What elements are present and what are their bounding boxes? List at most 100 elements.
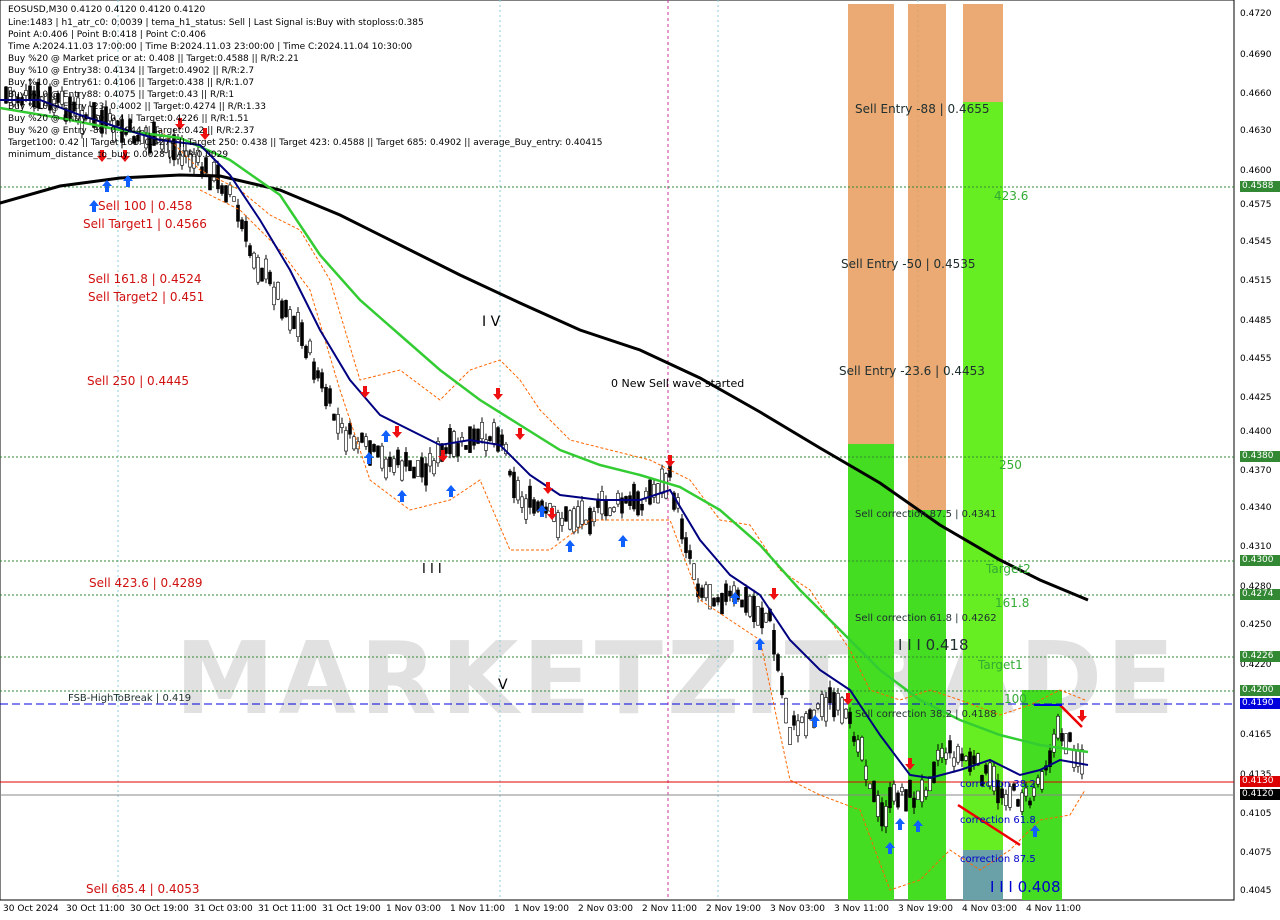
candle-body: [1040, 771, 1044, 790]
candle-body: [728, 590, 732, 597]
candle-body: [948, 740, 952, 754]
candle-body: [556, 512, 560, 538]
candle-body: [956, 746, 960, 763]
candle-body: [864, 765, 868, 780]
candle-body: [220, 185, 224, 194]
candle-body: [408, 460, 412, 472]
time-axis-label: 31 Oct 19:00: [322, 904, 381, 914]
candle-body: [860, 737, 864, 761]
candle-body: [404, 452, 408, 467]
buy-arrow-icon: [565, 540, 575, 552]
time-axis-label: 4 Nov 03:00: [962, 904, 1017, 914]
price-axis-label: 0.4340: [1240, 503, 1272, 513]
candle-body: [856, 739, 860, 753]
candle-body: [316, 370, 320, 379]
candle-body: [324, 386, 328, 407]
price-axis-label: 0.4250: [1240, 620, 1272, 630]
candle-body: [896, 792, 900, 808]
wave-label-iv: I V: [482, 314, 501, 330]
candle-body: [304, 345, 308, 359]
price-tag-4380: 0.4380: [1240, 451, 1280, 462]
candle-body: [840, 697, 844, 724]
candle-body: [636, 491, 640, 516]
price-axis-label: 0.4425: [1240, 393, 1272, 403]
candle-body: [700, 587, 704, 598]
candle-body: [868, 783, 872, 789]
candle-body: [616, 492, 620, 505]
time-axis-label: 31 Oct 03:00: [194, 904, 253, 914]
label-161: 161.8: [995, 596, 1030, 610]
info-line-11: Buy %20 @ Entry -88: 0.3944 || Target:0.…: [8, 126, 255, 136]
candle-body: [364, 436, 368, 447]
candle-body: [1072, 748, 1076, 768]
time-axis-label: 3 Nov 03:00: [770, 904, 825, 914]
label-423: 423.6: [994, 189, 1029, 203]
time-axis-label: 30 Oct 2024: [3, 904, 59, 914]
candle-body: [972, 755, 976, 765]
price-tag-4226: 0.4226: [1240, 651, 1280, 662]
label-100: 100: [1004, 692, 1027, 706]
candle-body: [780, 676, 784, 696]
candle-body: [576, 506, 580, 528]
candle-body: [252, 252, 256, 269]
candle-body: [232, 196, 236, 202]
label-sell-250: Sell 250 | 0.4445: [87, 374, 190, 388]
price-tag-4190: 0.4190: [1240, 698, 1280, 709]
price-axis-label: 0.4690: [1240, 50, 1272, 60]
candle-body: [612, 507, 616, 512]
candle-body: [908, 779, 912, 798]
chart-window[interactable]: MARKETZITRADE EOSUSD,M30 0.4120 0.4120 0…: [0, 0, 1280, 920]
time-axis-label: 3 Nov 11:00: [834, 904, 889, 914]
candle-body: [360, 432, 364, 443]
candle-body: [820, 694, 824, 717]
candle-body: [832, 692, 836, 718]
candle-body: [240, 219, 244, 230]
candle-body: [1080, 749, 1084, 775]
buy-arrow-icon: [618, 535, 628, 547]
label-sell-100: Sell 100 | 0.458: [98, 199, 193, 213]
candle-body: [828, 687, 832, 704]
candle-body: [572, 508, 576, 533]
info-line-9: Buy %10 @ Entry -23: 0.4002 || Target:0.…: [8, 102, 266, 112]
candle-body: [984, 764, 988, 774]
buy-arrow-icon: [895, 818, 905, 830]
wave-label-iii: I I I: [422, 562, 442, 577]
info-line-7: Buy %10 @ Entry61: 0.4106 || Target:0.43…: [8, 78, 255, 88]
time-axis-label: 1 Nov 19:00: [514, 904, 569, 914]
candle-body: [880, 802, 884, 827]
candle-body: [688, 550, 692, 559]
candle-body: [816, 703, 820, 709]
candle-body: [964, 755, 968, 761]
candle-body: [900, 787, 904, 792]
price-axis-label: 0.4370: [1240, 466, 1272, 476]
sell-arrow-icon: [493, 388, 503, 400]
candle-body: [428, 453, 432, 467]
candle-body: [248, 245, 252, 257]
candle-body: [772, 629, 776, 655]
candle-body: [332, 413, 336, 421]
candle-body: [788, 727, 792, 745]
candle-body: [488, 436, 492, 442]
candle-body: [456, 443, 460, 457]
label-target1: Target1: [978, 658, 1023, 672]
price-axis-label: 0.4630: [1240, 126, 1272, 136]
candle-body: [852, 736, 856, 742]
candle-body: [836, 693, 840, 711]
price-axis-label: 0.4545: [1240, 237, 1272, 247]
candle-body: [400, 460, 404, 481]
candle-body: [412, 466, 416, 479]
candle-body: [388, 456, 392, 467]
candle-body: [664, 473, 668, 499]
candle-body: [416, 460, 420, 477]
time-axis-label: 31 Oct 11:00: [258, 904, 317, 914]
candle-body: [776, 654, 780, 671]
price-tag-4120: 0.4120: [1240, 789, 1280, 800]
candle-body: [724, 583, 728, 602]
info-line-8: Buy %10 @ Entry88: 0.4075 || Target:0.43…: [8, 90, 235, 100]
candle-body: [264, 258, 268, 280]
time-axis-label: 30 Oct 11:00: [66, 904, 125, 914]
candle-body: [1068, 732, 1072, 742]
candle-body: [512, 471, 516, 499]
candle-body: [516, 480, 520, 501]
candle-body: [560, 517, 564, 526]
